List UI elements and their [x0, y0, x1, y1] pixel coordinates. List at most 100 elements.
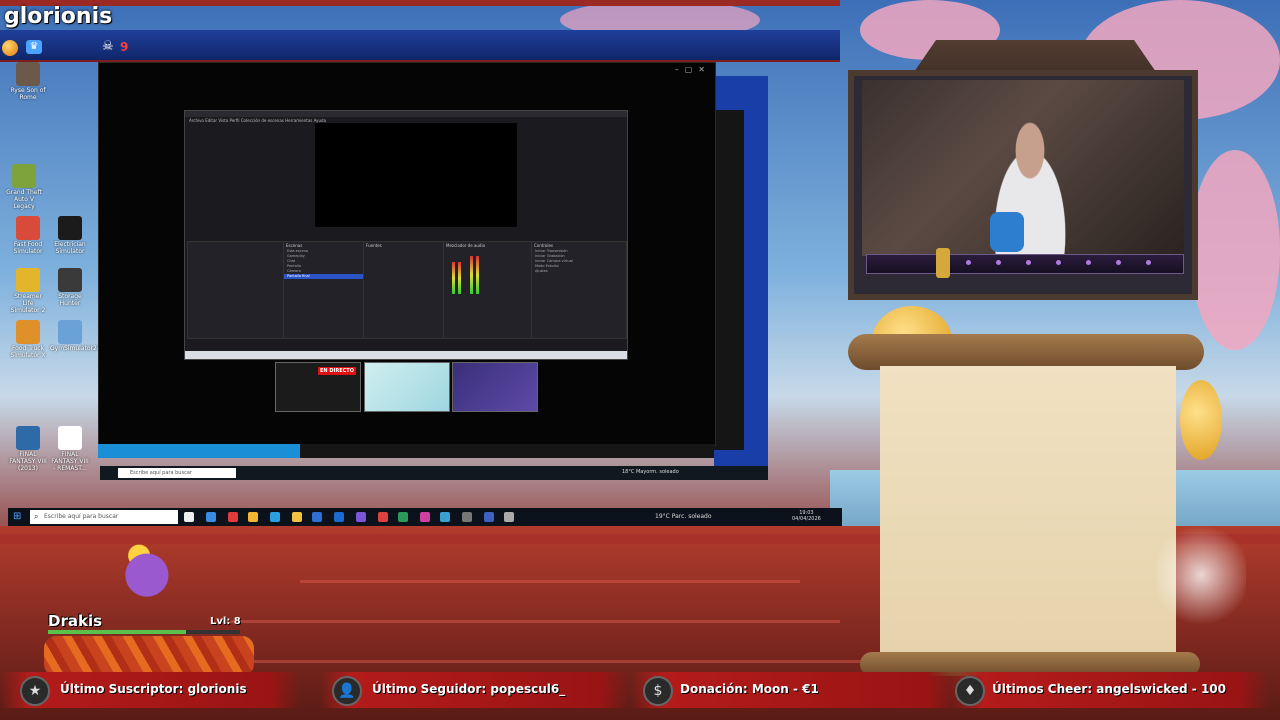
star-icon: ★	[20, 676, 50, 706]
live-badge: EN DIRECTO	[318, 367, 356, 375]
tray-clock[interactable]: 19:03 04/04/2026	[792, 510, 821, 522]
sources-panel: Fuentes	[363, 241, 445, 339]
app-icon[interactable]	[484, 512, 494, 522]
audio-meter	[470, 256, 473, 294]
app-icon[interactable]	[228, 512, 238, 522]
controls-header: Controles	[534, 243, 554, 248]
last-subscriber: Último Suscriptor: glorionis	[60, 682, 247, 696]
death-count: 9	[120, 40, 129, 54]
preview-thumbnail[interactable]	[452, 362, 538, 412]
desktop-icon-label: FINAL FANTASY VIII (2013)	[9, 451, 47, 472]
gem-icon: ♦	[955, 676, 985, 706]
bar-dot	[1116, 260, 1121, 265]
scroll-top-roll	[848, 334, 1204, 370]
temple-beam	[0, 0, 840, 6]
character-name: Drakis	[48, 612, 103, 630]
inner-taskbar	[185, 351, 627, 359]
controls-panel: Controles Iniciar Transmisión Iniciar Gr…	[531, 241, 627, 339]
captured-weather: 18°C Mayorm. soleado	[622, 469, 679, 475]
game-icon	[12, 164, 36, 188]
scene-item-selected[interactable]: Pantalla final	[284, 274, 364, 279]
app-icon[interactable]	[504, 512, 514, 522]
window-controls[interactable]: –▢✕	[675, 65, 711, 74]
mixer-header: Mezclador de audio	[446, 243, 486, 248]
game-icon	[16, 62, 40, 86]
skull-icon: ☠	[102, 39, 114, 54]
microphone	[990, 212, 1024, 252]
search-icon: ⌕	[34, 512, 39, 521]
desktop-icon[interactable]: FINAL FANTASY VIII - REMAST...	[50, 426, 90, 472]
webcam-bar	[866, 254, 1184, 274]
app-icon[interactable]	[440, 512, 450, 522]
dragon-character	[104, 540, 182, 618]
nested-obs-screen: Archivo Editar Vista Perfil Colección de…	[184, 110, 628, 360]
game-icon	[58, 320, 82, 344]
captured-search: Escribe aquí para buscar	[118, 468, 236, 478]
desktop-icon[interactable]: Streamer Life Simulator 2	[8, 268, 48, 314]
bar-dot	[1086, 260, 1091, 265]
desktop-icon[interactable]: Fast Food Simulator	[8, 216, 48, 255]
inner-panel-left	[187, 241, 285, 339]
bar-dot	[1146, 260, 1151, 265]
mixer-panel: Mezclador de audio	[443, 241, 533, 339]
store-icon[interactable]	[312, 512, 322, 522]
app-icon[interactable]	[462, 512, 472, 522]
desktop-icon-label: Ryse Son of Rome	[10, 87, 46, 101]
tray-date: 04/04/2026	[792, 516, 821, 522]
preview-thumbnail[interactable]: EN DIRECTO	[275, 362, 361, 412]
bar-dot	[966, 260, 971, 265]
game-icon	[16, 268, 40, 292]
desktop-icon[interactable]: Grand Theft Auto V Legacy	[4, 164, 44, 210]
task-view-icon[interactable]	[184, 512, 194, 522]
dollar-icon: $	[643, 676, 673, 706]
character-level: Lvl: 8	[210, 616, 241, 627]
obs-icon[interactable]	[356, 512, 366, 522]
bridge-plank	[300, 580, 800, 583]
desktop-icon-label: Storage Hunter	[58, 293, 82, 307]
audio-meter	[476, 256, 479, 294]
windows-start-icon[interactable]: ⊞	[13, 512, 23, 522]
hp-bar-fill	[48, 630, 187, 634]
desktop-icon-label: Grand Theft Auto V Legacy	[6, 189, 42, 210]
preview-thumbnail[interactable]	[364, 362, 450, 412]
desktop-icon[interactable]: GymSimulator24	[50, 320, 101, 352]
scroll-paper	[880, 366, 1176, 662]
orb-icon	[2, 40, 18, 56]
desktop-icon-label: FINAL FANTASY VIII - REMAST...	[51, 451, 89, 472]
bridge-plank	[220, 620, 840, 623]
inner-menu-bar[interactable]: Archivo Editar Vista Perfil Colección de…	[189, 118, 326, 123]
last-follower: Último Seguidor: popescul6_	[372, 682, 566, 696]
game-icon	[16, 320, 40, 344]
chrome-icon[interactable]	[248, 512, 258, 522]
last-cheer: Últimos Cheer: angelswicked - 100	[992, 682, 1227, 696]
secondary-window-panel	[714, 110, 744, 450]
edge-icon[interactable]	[270, 512, 280, 522]
app-icon[interactable]	[378, 512, 388, 522]
desktop-icon-label: Fast Food Simulator	[13, 241, 43, 255]
desktop-icon[interactable]: Electrician Simulator	[50, 216, 90, 255]
taskbar-search-input[interactable]: Escribe aquí para buscar	[30, 510, 178, 524]
desktop-icon[interactable]: Storage Hunter	[50, 268, 90, 307]
scenes-header: Escenas	[286, 243, 303, 248]
desktop-icon[interactable]: FINAL FANTASY VIII (2013)	[8, 426, 48, 472]
desktop-icon-label: Streamer Life Simulator 2	[10, 293, 46, 314]
app-icon[interactable]	[206, 512, 216, 522]
audio-meter	[458, 262, 461, 294]
bridge-plank	[150, 660, 910, 663]
desktop-icon-label: GymSimulator24	[50, 345, 101, 352]
app-icon[interactable]	[398, 512, 408, 522]
obs-status-bar-dark	[300, 444, 714, 458]
tray-weather[interactable]: 19°C Parc. soleado	[655, 513, 712, 520]
settings-button[interactable]: Ajustes	[532, 269, 626, 274]
desktop-icon[interactable]: Food Truck Simulator X	[8, 320, 48, 359]
autumn-leaves	[44, 636, 254, 676]
desktop-icon[interactable]: Ryse Son of Rome	[8, 62, 48, 101]
cherry-blossom	[1190, 150, 1280, 350]
folder-icon[interactable]	[292, 512, 302, 522]
scenes-panel: Escenas Esta escena Gameplay Chat Pantal…	[283, 241, 365, 339]
app-icon[interactable]	[420, 512, 430, 522]
inner-preview	[315, 123, 517, 227]
game-icon	[16, 426, 40, 450]
desktop-icon-label: Food Truck Simulator X	[10, 345, 46, 359]
app-icon[interactable]	[334, 512, 344, 522]
